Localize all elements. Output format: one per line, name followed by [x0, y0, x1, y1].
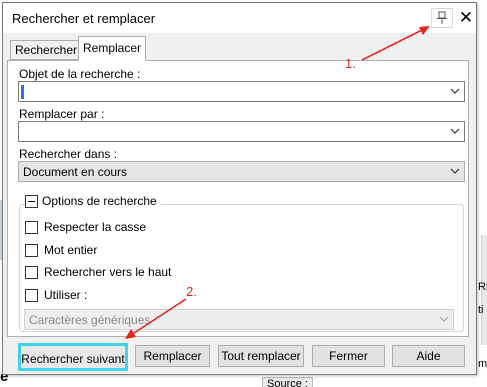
- annotation-arrows: [125, 26, 430, 339]
- tab-remplacer[interactable]: Remplacer: [78, 36, 147, 61]
